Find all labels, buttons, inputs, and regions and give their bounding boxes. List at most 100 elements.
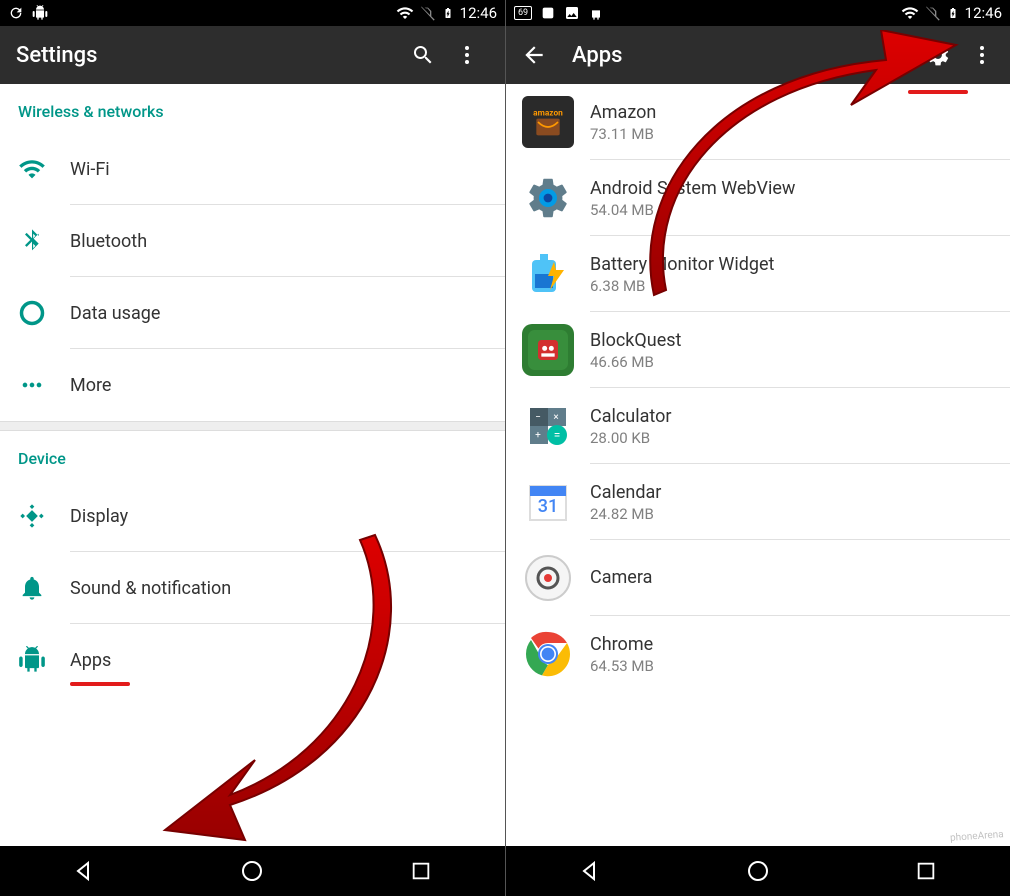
blockquest-icon — [528, 330, 568, 370]
svg-text:×: × — [553, 412, 558, 423]
app-row-amazon[interactable]: amazon Amazon 73.11 MB — [506, 84, 1010, 160]
app-bar-settings: Settings — [0, 26, 505, 84]
app-size: 54.04 MB — [590, 201, 795, 219]
app-bar-apps: Apps — [506, 26, 1010, 84]
gear-icon — [925, 42, 951, 68]
more-vert-icon — [970, 43, 994, 67]
display-icon — [18, 502, 46, 530]
nav-home[interactable] — [237, 856, 267, 886]
circle-home-icon — [746, 859, 770, 883]
item-label: More — [70, 375, 111, 396]
camera-icon — [524, 554, 572, 602]
bell-icon — [18, 574, 46, 602]
app-name: Amazon — [590, 102, 656, 123]
battery-widget-icon — [524, 250, 572, 298]
nav-bar — [506, 846, 1010, 896]
phone-settings: 12:46 Settings Wireless & networks Wi-Fi… — [0, 0, 505, 896]
item-sound[interactable]: Sound & notification — [0, 552, 505, 624]
arrow-back-icon — [521, 42, 547, 68]
status-time: 12:46 — [965, 4, 1002, 22]
square-recents-icon — [410, 860, 432, 882]
android-icon — [32, 5, 48, 21]
nav-bar — [0, 846, 505, 896]
status-bar: 12:46 — [0, 0, 505, 26]
app-name: Camera — [590, 567, 652, 588]
settings-content[interactable]: Wireless & networks Wi-Fi Bluetooth Data… — [0, 84, 505, 846]
app-name: Calculator — [590, 406, 671, 427]
android-icon — [18, 646, 46, 674]
no-sim-icon — [925, 5, 941, 21]
item-label: Wi-Fi — [70, 159, 110, 180]
nav-back[interactable] — [69, 856, 99, 886]
chrome-icon — [524, 630, 572, 678]
page-title: Apps — [572, 43, 622, 68]
app-size: 24.82 MB — [590, 505, 661, 523]
app-icon — [540, 5, 556, 21]
item-apps[interactable]: Apps — [0, 624, 505, 696]
item-label: Apps — [70, 650, 111, 671]
back-button[interactable] — [512, 33, 556, 77]
section-header-device: Device — [0, 431, 505, 480]
item-display[interactable]: Display — [0, 480, 505, 552]
wifi-icon — [18, 155, 46, 183]
app-name: Chrome — [590, 634, 654, 655]
item-label: Sound & notification — [70, 578, 231, 599]
svg-text:+: + — [535, 430, 541, 441]
calculator-icon: −×+= — [524, 402, 572, 450]
image-icon — [564, 5, 580, 21]
square-recents-icon — [915, 860, 937, 882]
item-wifi[interactable]: Wi-Fi — [0, 133, 505, 205]
overflow-button[interactable] — [445, 33, 489, 77]
item-label: Bluetooth — [70, 231, 147, 252]
battery-icon — [442, 4, 454, 22]
page-title: Settings — [16, 43, 97, 68]
more-horiz-icon — [18, 371, 46, 399]
apps-list[interactable]: amazon Amazon 73.11 MB Android System Web… — [506, 84, 1010, 846]
status-bar: 69 12:46 — [506, 0, 1010, 26]
item-more[interactable]: More — [0, 349, 505, 421]
search-button[interactable] — [401, 33, 445, 77]
wifi-icon — [396, 4, 414, 22]
settings-button[interactable] — [916, 33, 960, 77]
data-usage-icon — [18, 299, 46, 327]
app-size: 73.11 MB — [590, 125, 656, 143]
app-name: Battery Monitor Widget — [590, 254, 774, 275]
svg-text:amazon: amazon — [533, 108, 563, 118]
refresh-icon — [8, 5, 24, 21]
triangle-back-icon — [72, 859, 96, 883]
svg-text:=: = — [554, 428, 561, 442]
nav-recents[interactable] — [406, 856, 436, 886]
app-row-battery-widget[interactable]: Battery Monitor Widget6.38 MB — [506, 236, 1010, 312]
item-label: Display — [70, 506, 128, 527]
app-row-webview[interactable]: Android System WebView 54.04 MB — [506, 160, 1010, 236]
bluetooth-icon — [18, 227, 46, 255]
item-data-usage[interactable]: Data usage — [0, 277, 505, 349]
overflow-button[interactable] — [960, 33, 1004, 77]
more-vert-icon — [455, 43, 479, 67]
app-size: 28.00 KB — [590, 429, 671, 447]
nav-back[interactable] — [575, 856, 605, 886]
amazon-icon: amazon — [528, 102, 568, 142]
item-bluetooth[interactable]: Bluetooth — [0, 205, 505, 277]
app-row-calculator[interactable]: −×+= Calculator28.00 KB — [506, 388, 1010, 464]
android-icon — [588, 5, 604, 21]
nav-home[interactable] — [743, 856, 773, 886]
svg-text:31: 31 — [538, 496, 558, 517]
no-sim-icon — [420, 5, 436, 21]
app-size: 64.53 MB — [590, 657, 654, 675]
app-name: Android System WebView — [590, 178, 795, 199]
search-icon — [411, 43, 435, 67]
app-row-chrome[interactable]: Chrome 64.53 MB — [506, 616, 1010, 692]
item-label: Data usage — [70, 303, 160, 324]
app-row-camera[interactable]: Camera — [506, 540, 1010, 616]
calendar-icon: 31 — [524, 478, 572, 526]
app-row-calendar[interactable]: 31 Calendar 24.82 MB — [506, 464, 1010, 540]
triangle-back-icon — [578, 859, 602, 883]
webview-icon — [524, 174, 572, 222]
annotation-underline — [70, 682, 130, 686]
notif-badge-icon: 69 — [514, 6, 532, 20]
nav-recents[interactable] — [911, 856, 941, 886]
app-row-blockquest[interactable]: BlockQuest46.66 MB — [506, 312, 1010, 388]
app-name: Calendar — [590, 482, 661, 503]
section-divider — [0, 421, 505, 431]
